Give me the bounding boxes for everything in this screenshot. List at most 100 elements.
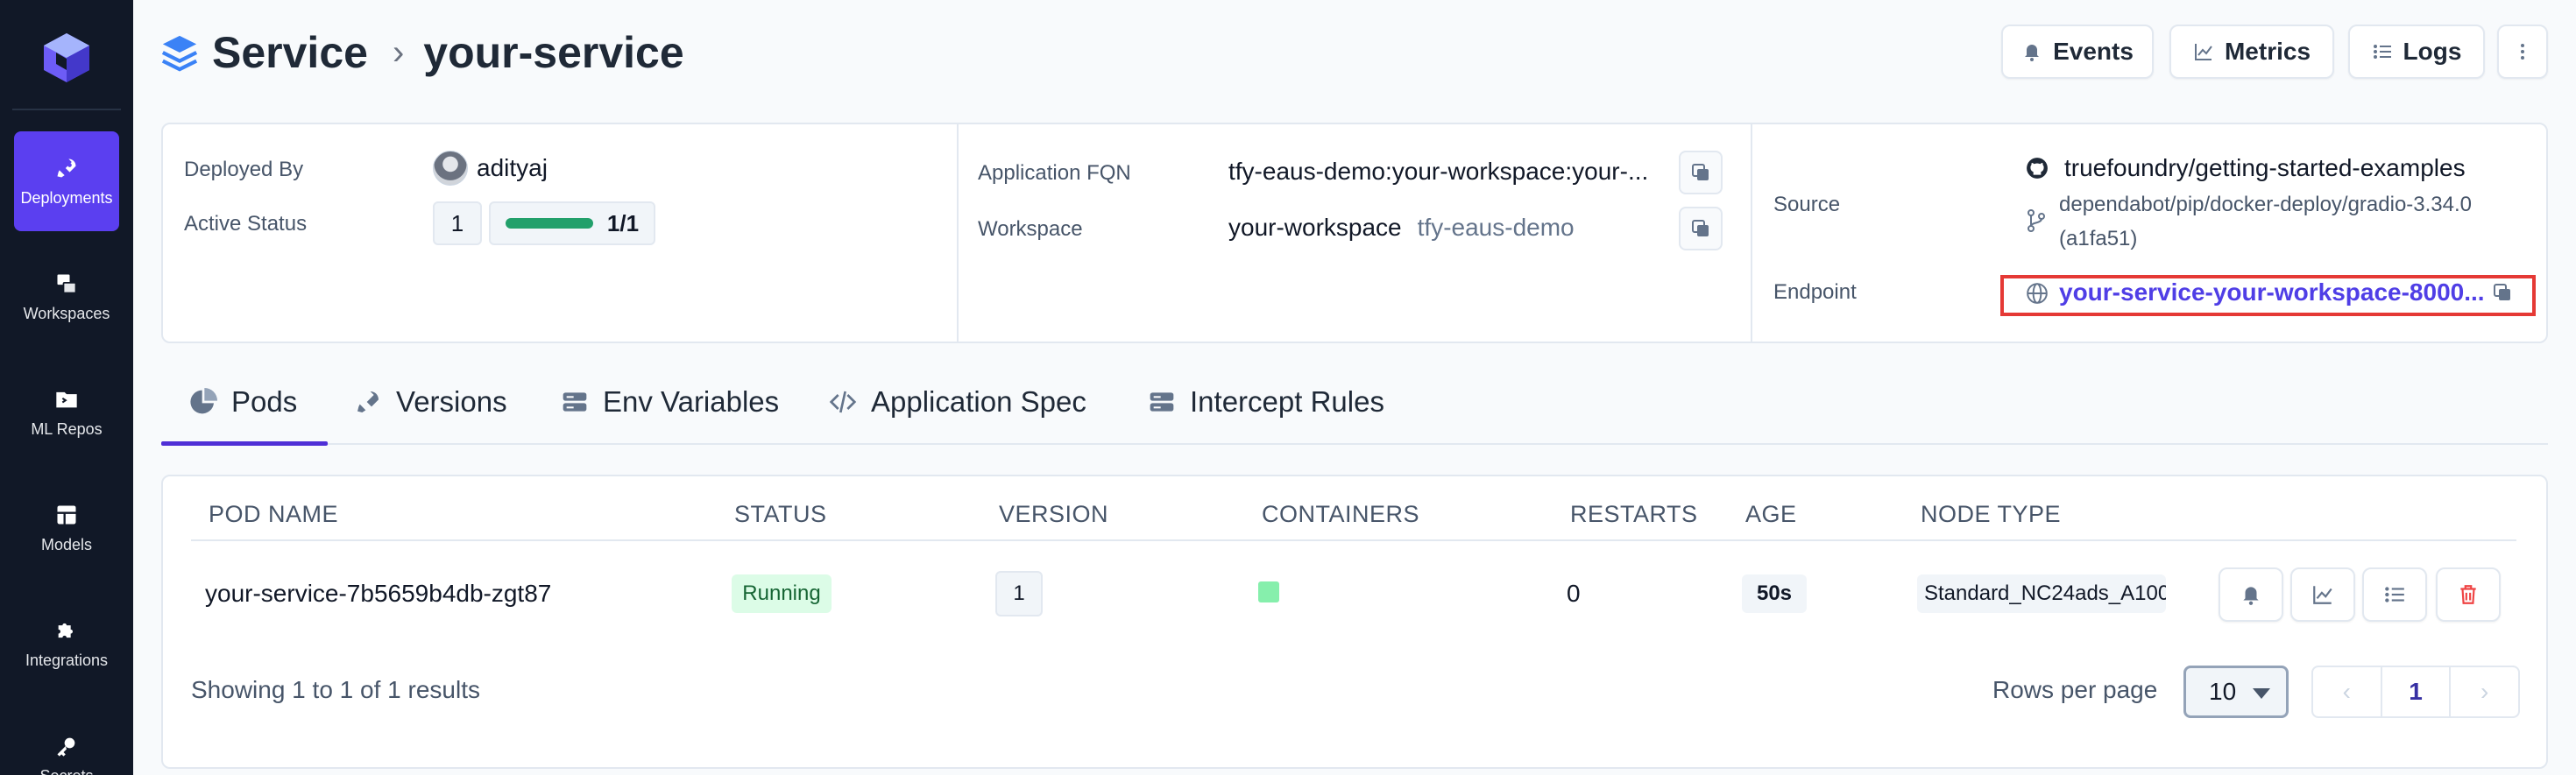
endpoint-link[interactable]: your-service-your-workspace-8000... <box>2059 278 2485 306</box>
source-label: Source <box>1773 193 1841 216</box>
avatar <box>433 151 468 186</box>
sidebar-item-ml-repos[interactable]: ML Repos <box>14 363 119 462</box>
github-icon <box>2027 158 2048 179</box>
sidebar: Deployments Workspaces ML Repos Models I… <box>0 0 133 775</box>
deployed-by-value: adityaj <box>433 151 548 186</box>
tab-label: Versions <box>396 385 507 418</box>
globe-icon <box>2027 283 2048 304</box>
pod-metrics-button[interactable] <box>2290 567 2355 622</box>
page-title: Service › your-service <box>159 25 684 81</box>
column-header: CONTAINERS <box>1262 501 1420 527</box>
sidebar-item-workspaces[interactable]: Workspaces <box>14 247 119 347</box>
chart-line-icon <box>2313 586 2332 604</box>
header-divider <box>191 539 2516 541</box>
tab-versions[interactable]: Versions <box>354 385 507 419</box>
replica-status: 1/1 <box>489 201 655 245</box>
sidebar-item-label: Deployments <box>20 188 113 207</box>
rocket-icon <box>357 391 379 412</box>
column-header: STATUS <box>734 501 827 527</box>
more-options-button[interactable] <box>2497 25 2548 79</box>
sidebar-item-label: Integrations <box>25 651 109 669</box>
application-fqn-label: Application FQN <box>978 161 1131 185</box>
puzzle-icon <box>58 623 73 638</box>
app-logo-icon[interactable] <box>42 32 91 84</box>
code-icon <box>829 391 857 413</box>
column-divider <box>957 124 959 342</box>
chevron-left-icon[interactable]: ‹ <box>2313 667 2381 716</box>
active-count-badge: 1 <box>433 201 482 245</box>
tab-pods[interactable]: Pods <box>189 385 297 419</box>
sidebar-item-label: Workspaces <box>23 304 110 322</box>
tab-active-indicator <box>161 441 328 446</box>
sidebar-item-integrations[interactable]: Integrations <box>14 594 119 694</box>
tab-application-spec[interactable]: Application Spec <box>829 385 1086 419</box>
rows-per-page-select[interactable]: 10 <box>2183 666 2289 718</box>
metrics-label: Metrics <box>2224 38 2311 65</box>
repo-name: truefoundry/getting-started-examples <box>2064 154 2466 181</box>
breadcrumb-kind[interactable]: Service <box>212 27 368 78</box>
status-badge: Running <box>732 574 832 613</box>
pod-name[interactable]: your-service-7b5659b4db-zgt87 <box>205 580 551 608</box>
tab-env-variables[interactable]: Env Variables <box>561 385 779 419</box>
rocket-icon <box>57 159 76 177</box>
workspace-label: Workspace <box>978 217 1083 241</box>
age-badge: 50s <box>1742 574 1807 613</box>
server-icon <box>1150 392 1174 412</box>
pod-delete-button[interactable] <box>2436 567 2501 622</box>
results-summary: Showing 1 to 1 of 1 results <box>191 676 480 703</box>
copy-workspace-button[interactable] <box>1679 207 1723 250</box>
workspace-value: your-workspace tfy-eaus-demo <box>1228 214 1575 242</box>
pie-chart-icon <box>190 388 217 414</box>
pod-logs-button[interactable] <box>2362 567 2427 622</box>
events-label: Events <box>2053 38 2134 65</box>
events-button[interactable]: Events <box>2001 25 2154 79</box>
trash-icon <box>2460 585 2476 604</box>
page-number-current[interactable]: 1 <box>2380 667 2450 716</box>
column-header: POD NAME <box>209 501 339 527</box>
source-repo[interactable]: truefoundry/getting-started-examples <box>2026 154 2466 182</box>
application-fqn-value: tfy-eaus-demo:your-workspace:your-... <box>1228 158 1649 185</box>
chevron-right-icon[interactable]: › <box>2449 667 2518 716</box>
deployed-by-label: Deployed By <box>184 158 304 181</box>
tab-label: Env Variables <box>603 385 780 418</box>
chevron-right-icon: › <box>392 32 405 72</box>
node-type-badge: Standard_NC24ads_A100 <box>1917 574 2166 613</box>
container-status-indicator[interactable] <box>1258 581 1279 602</box>
version-badge[interactable]: 1 <box>995 571 1043 616</box>
pod-events-button[interactable] <box>2219 567 2283 622</box>
key-icon <box>57 737 75 757</box>
workspace-name[interactable]: your-workspace <box>1228 214 1402 242</box>
sidebar-item-secrets[interactable]: Secrets <box>14 709 119 775</box>
copy-icon <box>2494 284 2510 300</box>
logs-button[interactable]: Logs <box>2348 25 2485 79</box>
folder-icon <box>56 391 77 407</box>
tab-underline <box>161 443 2548 445</box>
cluster-link[interactable]: tfy-eaus-demo <box>1418 214 1575 242</box>
column-divider <box>1751 124 1752 342</box>
branch-name[interactable]: dependabot/pip/docker-deploy/gradio-3.34… <box>2059 189 2472 221</box>
copy-icon <box>1692 220 1709 236</box>
replica-count: 1/1 <box>606 209 640 236</box>
active-status-label: Active Status <box>184 212 308 236</box>
sidebar-divider <box>12 109 121 110</box>
sidebar-item-label: ML Repos <box>31 419 103 438</box>
column-header: VERSION <box>999 501 1109 527</box>
column-header: AGE <box>1745 501 1797 527</box>
logs-label: Logs <box>2403 38 2462 65</box>
copy-endpoint-button[interactable] <box>2483 273 2522 312</box>
list-icon <box>2373 45 2391 59</box>
replica-progress-bar <box>505 218 593 229</box>
sidebar-item-deployments[interactable]: Deployments <box>14 131 119 231</box>
copy-fqn-button[interactable] <box>1679 151 1723 194</box>
commit-hash[interactable]: (a1fa51) <box>2059 223 2137 255</box>
metrics-button[interactable]: Metrics <box>2169 25 2334 79</box>
chart-line-icon <box>2194 44 2212 60</box>
tab-label: Application Spec <box>871 385 1086 418</box>
rows-per-page-label: Rows per page <box>1992 676 2158 703</box>
column-header: RESTARTS <box>1570 501 1698 527</box>
tab-intercept-rules[interactable]: Intercept Rules <box>1148 385 1384 419</box>
rows-per-page-value: 10 <box>2209 678 2237 705</box>
sidebar-item-models[interactable]: Models <box>14 478 119 578</box>
more-vertical-icon <box>2521 44 2524 60</box>
restarts-value: 0 <box>1567 580 1581 607</box>
